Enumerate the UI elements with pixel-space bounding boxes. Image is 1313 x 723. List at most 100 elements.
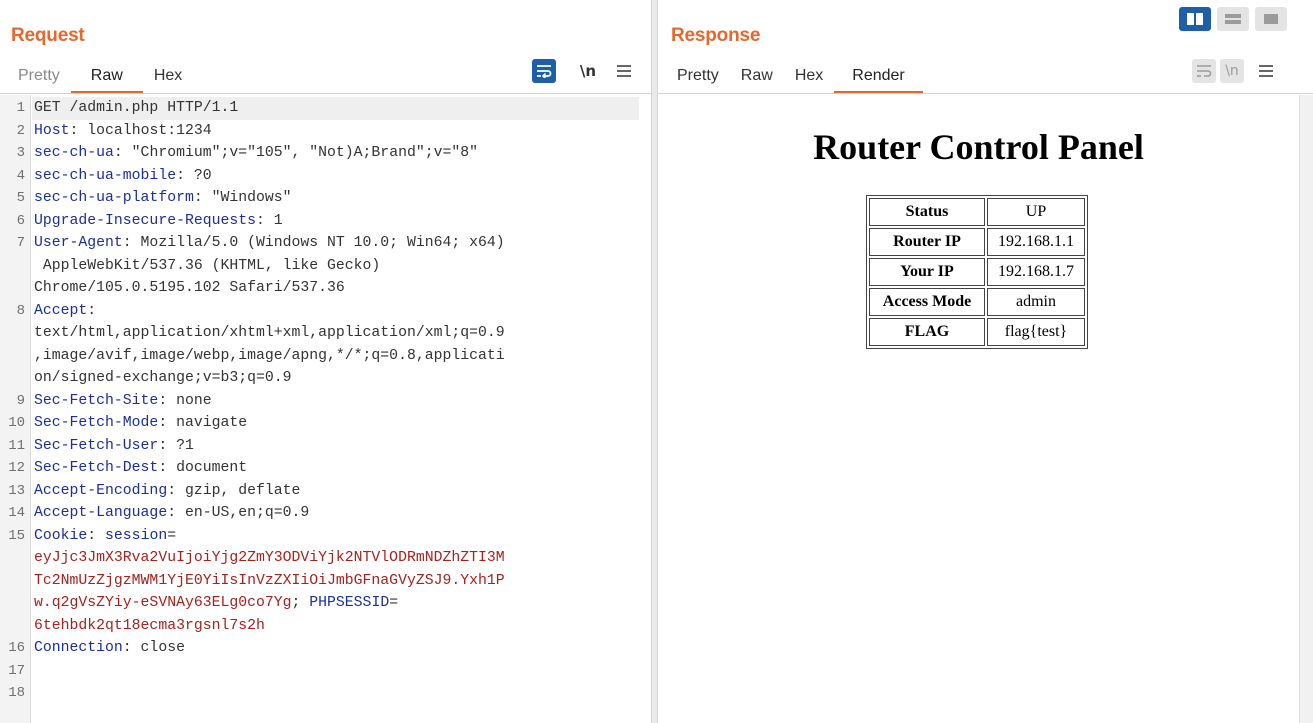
header-value: : "Chromium";v="105", "Not)A;Brand";v="8… bbox=[113, 145, 478, 161]
tab-pretty[interactable]: Pretty bbox=[0, 62, 71, 94]
menu-icon[interactable] bbox=[612, 59, 636, 83]
request-code[interactable]: 1 GET /admin.php HTTP/1.1 2 Host: localhost… bbox=[0, 97, 651, 705]
code-row: 13 Accept-Encoding: gzip, deflate bbox=[0, 480, 651, 503]
code-row: text/html,application/xhtml+xml,applicat… bbox=[0, 322, 651, 345]
code-line: 9 Sec-Fetch-Site: none bbox=[0, 390, 651, 413]
wrap-lines-icon[interactable] bbox=[532, 59, 556, 83]
request-tabs: Pretty Raw Hex bbox=[0, 62, 193, 94]
header-value: = bbox=[389, 595, 399, 611]
wrap-lines-icon[interactable] bbox=[1192, 59, 1216, 83]
header-name: Accept-Language bbox=[34, 505, 168, 521]
line-number: 6 bbox=[16, 212, 25, 229]
tab-hex[interactable]: Hex bbox=[784, 62, 834, 94]
header-name: Accept-Encoding bbox=[34, 482, 168, 499]
stacked-layout-icon[interactable] bbox=[1217, 7, 1249, 31]
request-title: Request bbox=[11, 25, 85, 46]
header-value: : gzip, deflate bbox=[167, 482, 301, 499]
row-value: UP bbox=[987, 198, 1085, 226]
response-title: Response bbox=[671, 25, 761, 46]
line-number: 1 bbox=[16, 100, 25, 116]
menu-icon[interactable] bbox=[1254, 59, 1278, 83]
cookie-value: Tc2NmUzZjgzMWM1YjE0YiIsInVzZXIiOiJmbGFna… bbox=[34, 572, 505, 589]
tab-raw[interactable]: Raw bbox=[730, 62, 784, 94]
code-line: 13 Accept-Encoding: gzip, deflate bbox=[0, 480, 651, 503]
row-value: admin bbox=[987, 288, 1085, 316]
tab-hex[interactable]: Hex bbox=[143, 62, 193, 94]
tab-raw[interactable]: Raw bbox=[70, 62, 143, 94]
code-row: w.q2gVsZYiy-eSVNAy63ELg0co7Yg; PHPSESSID… bbox=[0, 592, 651, 615]
header-value: ,image/avif,image/webp,image/apng,*/*;q=… bbox=[34, 347, 505, 364]
code-line: 3 sec-ch-ua: "Chromium";v="105", "Not)A;B… bbox=[0, 142, 651, 165]
header-value: on/signed-exchange;v=b3;q=0.9 bbox=[34, 370, 292, 386]
layout-toggle bbox=[1179, 7, 1287, 31]
header-value: : Mozilla/5.0 (Windows NT 10.0; Win64; x… bbox=[122, 235, 505, 251]
header-name: PHPSESSID bbox=[309, 595, 390, 611]
header-value: : ?0 bbox=[176, 167, 212, 184]
side-by-side-layout-icon[interactable] bbox=[1179, 7, 1211, 31]
code-line: 15 Cookie: session= eyJjc3JmX3Rva2VuIjoiYj… bbox=[0, 525, 651, 638]
line-number: 9 bbox=[16, 392, 25, 409]
pane-splitter[interactable] bbox=[651, 0, 658, 723]
header-name: sec-ch-ua bbox=[34, 145, 114, 161]
status-table: Status UP Router IP 192.168.1.1 Your IP 192.1… bbox=[866, 195, 1088, 349]
line-number: 7 bbox=[16, 235, 25, 251]
header-name: session bbox=[105, 527, 168, 544]
code-row: 18 bbox=[0, 682, 651, 705]
response-tabs: Pretty Raw Hex Render bbox=[658, 62, 924, 94]
tab-render[interactable]: Render bbox=[834, 62, 924, 94]
line-number: 16 bbox=[8, 640, 25, 656]
row-key: Router IP bbox=[869, 228, 985, 256]
table-row: FLAG flag{test} bbox=[869, 318, 1085, 346]
row-key: Access Mode bbox=[869, 288, 985, 316]
table-row: Status UP bbox=[869, 198, 1085, 226]
code-line: 11 Sec-Fetch-User: ?1 bbox=[0, 435, 651, 458]
code-line: 10 Sec-Fetch-Mode: navigate bbox=[0, 412, 651, 435]
code-line: 18 bbox=[0, 682, 651, 705]
table-row: Your IP 192.168.1.7 bbox=[869, 258, 1085, 286]
code-row: 6tehbdk2qt18ecma3rgsnl7s2h bbox=[0, 615, 651, 638]
line-number: 10 bbox=[8, 415, 25, 431]
line-number: 17 bbox=[8, 662, 25, 679]
request-pane: Request Pretty Raw Hex \n 1 GET /admin.php … bbox=[0, 0, 651, 723]
header-name: Sec-Fetch-Site bbox=[34, 392, 159, 409]
show-newlines-icon[interactable]: \n bbox=[576, 59, 600, 83]
code-row: Tc2NmUzZjgzMWM1YjE0YiIsInVzZXIiOiJmbGFna… bbox=[0, 570, 651, 593]
show-newlines-icon[interactable]: \n bbox=[1220, 59, 1244, 83]
header-name: Connection bbox=[34, 640, 123, 656]
tab-pretty[interactable]: Pretty bbox=[658, 62, 730, 94]
header-name: Sec-Fetch-Mode bbox=[34, 415, 159, 431]
tabbed-layout-icon[interactable] bbox=[1255, 7, 1287, 31]
header-value: AppleWebKit/537.36 (KHTML, like Gecko) bbox=[34, 257, 381, 274]
line-number: 13 bbox=[8, 482, 25, 499]
code-line: 1 GET /admin.php HTTP/1.1 bbox=[0, 97, 651, 120]
code-line: 17 bbox=[0, 660, 651, 683]
request-editor[interactable]: 1 GET /admin.php HTTP/1.1 2 Host: localhost… bbox=[0, 95, 651, 723]
code-row: 8 Accept: bbox=[0, 300, 651, 323]
line-number: 11 bbox=[8, 437, 25, 454]
code-row: 15 Cookie: session= bbox=[0, 525, 651, 548]
header-value: : ?1 bbox=[158, 437, 194, 454]
line-number: 8 bbox=[16, 302, 25, 319]
header-name: sec-ch-ua-mobile bbox=[34, 167, 177, 184]
render-scrollbar[interactable] bbox=[1299, 95, 1313, 723]
render-view: Router Control Panel Status UP Router IP 19… bbox=[658, 95, 1299, 723]
row-key: FLAG bbox=[869, 318, 985, 346]
code-row: 2 Host: localhost:1234 bbox=[0, 120, 651, 143]
rendered-heading: Router Control Panel bbox=[813, 127, 1144, 167]
code-row: 7 User-Agent: Mozilla/5.0 (Windows NT 10.… bbox=[0, 232, 651, 255]
code-line: 12 Sec-Fetch-Dest: document bbox=[0, 457, 651, 480]
line-number: 18 bbox=[8, 685, 25, 701]
header-name: Upgrade-Insecure-Requests bbox=[34, 212, 256, 229]
code-line: 7 User-Agent: Mozilla/5.0 (Windows NT 10.… bbox=[0, 232, 651, 300]
header-value: : "Windows" bbox=[193, 190, 292, 206]
cookie-value: 6tehbdk2qt18ecma3rgsnl7s2h bbox=[34, 617, 265, 634]
table-row: Router IP 192.168.1.1 bbox=[869, 228, 1085, 256]
header-name: User-Agent bbox=[34, 235, 123, 251]
line-number: 3 bbox=[16, 145, 25, 161]
header-name: Accept bbox=[34, 302, 88, 319]
code-line: 14 Accept-Language: en-US,en;q=0.9 bbox=[0, 502, 651, 525]
response-pane: Response Pretty Raw Hex Render \n Router Co… bbox=[658, 0, 1313, 723]
line-number: 2 bbox=[16, 122, 25, 139]
row-value: flag{test} bbox=[987, 318, 1085, 346]
table-row: Access Mode admin bbox=[869, 288, 1085, 316]
